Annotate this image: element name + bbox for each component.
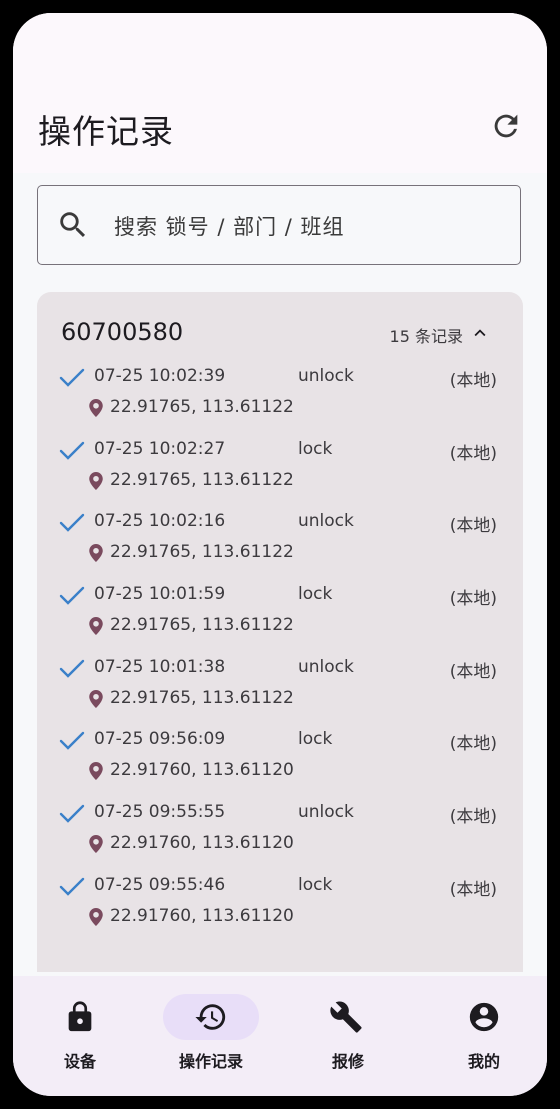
record-time: 07-25 10:01:38 [94,656,226,677]
record-source: (本地) [449,661,497,682]
record-coords: 22.91765, 113.61122 [110,687,294,708]
record-coords: 22.91760, 113.61120 [110,760,294,781]
record-action: lock [298,584,333,605]
nav-item-repair[interactable]: 报修 [281,976,415,1096]
record-source: (本地) [449,371,497,391]
page-title: 操作记录 [38,112,174,151]
record-action: unlock [298,656,354,677]
record-row[interactable]: 07-25 09:56:09 lock (本地) 22.91760, 113.6112… [37,724,523,797]
record-coords: 22.91765, 113.61122 [110,397,294,417]
location-pin-icon [89,907,103,926]
record-list: 07-25 10:02:39 unlock (本地) 22.91765, 113.61… [37,361,523,943]
record-source: (本地) [449,734,497,755]
record-coords: 22.91765, 113.61122 [110,615,294,636]
record-row[interactable]: 07-25 10:02:16 unlock (本地) 22.91765, 113.61… [37,506,523,579]
nav-label: 我的 [467,1052,500,1071]
record-action: lock [298,438,333,459]
refresh-icon[interactable] [489,109,523,143]
record-time: 07-25 10:02:27 [94,438,226,459]
record-action: lock [298,874,333,895]
check-icon [59,514,85,533]
content-area: 搜索 锁号 / 部门 / 班组 60700580 15 条记录 07-25 10… [13,173,547,976]
record-coords: 22.91760, 113.61120 [110,833,294,854]
search-placeholder: 搜索 锁号 / 部门 / 班组 [114,215,345,239]
record-source: (本地) [449,807,497,828]
search-icon [60,212,86,238]
lock-id: 60700580 [61,318,184,346]
record-coords: 22.91760, 113.61120 [110,905,294,926]
record-count[interactable]: 15 条记录 [390,323,463,347]
record-action: unlock [298,366,354,386]
record-time: 07-25 10:01:59 [94,584,226,605]
check-icon [59,877,85,896]
record-row[interactable]: 07-25 10:01:38 unlock (本地) 22.91765, 113.61… [37,652,523,725]
app-bar: 操作记录 [13,13,547,173]
bottom-navigation: 设备 操作记录 报修 我的 [13,976,547,1096]
record-row[interactable]: 07-25 10:02:27 lock (本地) 22.91765, 113.6112… [37,434,523,507]
location-pin-icon [89,617,103,636]
check-icon [59,368,85,387]
record-row[interactable]: 07-25 09:55:46 lock (本地) 22.91760, 113.6112… [37,870,523,943]
lock-record-group: 60700580 15 条记录 07-25 10:02:39 unlock (本地)… [37,292,523,972]
check-icon [59,804,85,823]
record-coords: 22.91765, 113.61122 [110,469,294,490]
location-pin-icon [89,762,103,781]
lock-icon [68,1001,92,1032]
phone-screen: 操作记录 搜索 锁号 / 部门 / 班组 60700580 15 条记录 07-… [13,13,547,1096]
record-coords: 22.91765, 113.61122 [110,542,294,563]
record-action: unlock [298,511,354,532]
nav-label: 设备 [63,1052,96,1071]
nav-item-records[interactable]: 操作记录 [144,976,278,1096]
nav-item-devices[interactable]: 设备 [13,976,147,1096]
location-pin-icon [89,835,103,854]
location-pin-icon [89,544,103,563]
nav-label: 操作记录 [178,1052,243,1071]
record-time: 07-25 09:56:09 [94,729,226,750]
history-icon [195,1004,226,1030]
record-source: (本地) [449,516,497,537]
check-icon [59,732,85,751]
record-action: unlock [298,802,354,823]
chevron-up-icon[interactable] [469,322,491,344]
record-source: (本地) [449,879,497,900]
record-time: 07-25 09:55:46 [94,874,226,895]
record-source: (本地) [449,443,497,464]
location-pin-icon [89,471,103,490]
account-icon [469,1002,499,1032]
location-pin-icon [89,399,103,417]
wrench-icon [330,1001,362,1033]
record-row[interactable]: 07-25 10:01:59 lock (本地) 22.91765, 113.6112… [37,579,523,652]
nav-label: 报修 [331,1052,364,1071]
record-row[interactable]: 07-25 10:02:39 unlock (本地) 22.91765, 113.61… [37,361,523,434]
record-time: 07-25 10:02:39 [94,366,226,386]
check-icon [59,441,85,460]
record-source: (本地) [449,589,497,610]
record-row[interactable]: 07-25 09:55:55 unlock (本地) 22.91760, 113.61… [37,797,523,870]
record-action: lock [298,729,333,750]
check-icon [59,586,85,605]
record-time: 07-25 10:02:16 [94,511,226,532]
search-input[interactable]: 搜索 锁号 / 部门 / 班组 [37,185,521,265]
record-time: 07-25 09:55:55 [94,802,226,823]
nav-item-profile[interactable]: 我的 [417,976,547,1096]
location-pin-icon [89,689,103,708]
check-icon [59,659,85,678]
